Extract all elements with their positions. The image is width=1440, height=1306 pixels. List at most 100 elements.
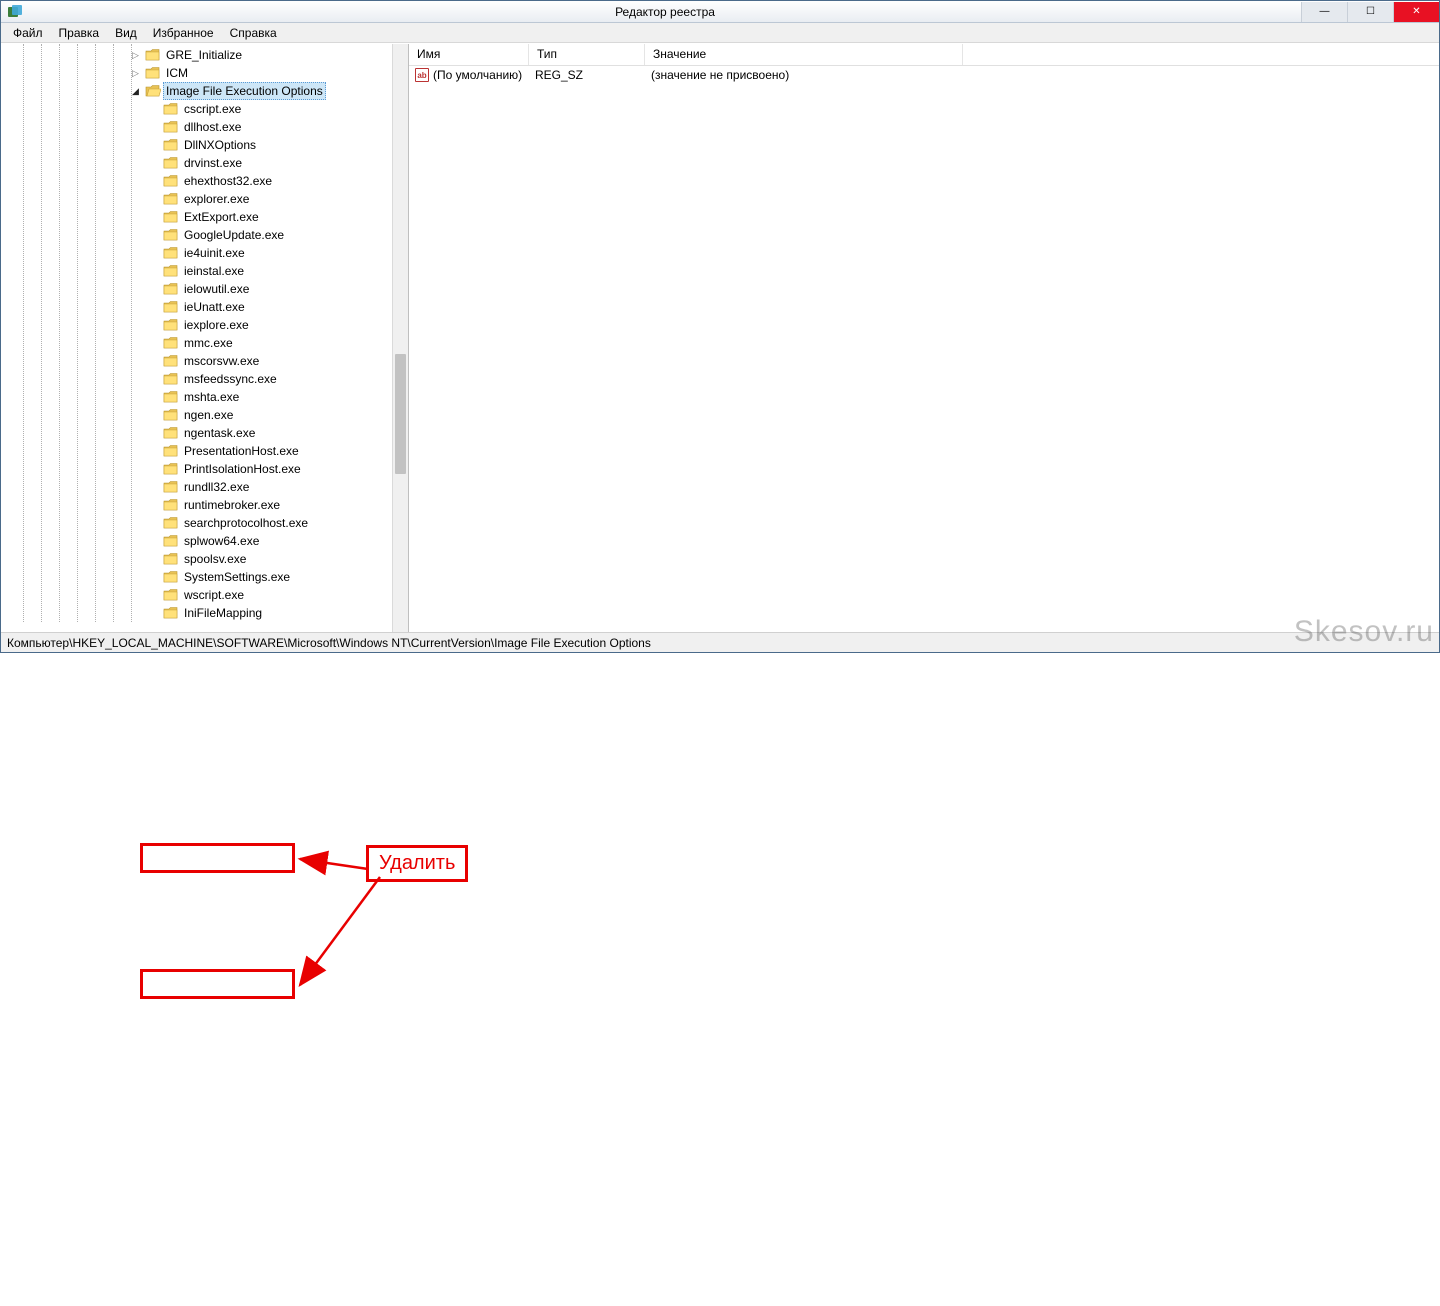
tree-item[interactable]: ehexthost32.exe bbox=[1, 172, 392, 190]
annotation-box-iexplore bbox=[140, 969, 295, 999]
tree-item[interactable]: splwow64.exe bbox=[1, 532, 392, 550]
tree-item[interactable]: PresentationHost.exe bbox=[1, 442, 392, 460]
folder-icon bbox=[163, 336, 179, 350]
collapse-icon[interactable]: ◢ bbox=[131, 86, 140, 95]
tree-item[interactable]: explorer.exe bbox=[1, 190, 392, 208]
tree-scrollbar[interactable] bbox=[392, 44, 408, 632]
folder-icon bbox=[163, 606, 179, 620]
minimize-button[interactable]: — bbox=[1301, 2, 1347, 22]
annotation-arrow-1 bbox=[0, 653, 1440, 1306]
value-data: (значение не присвоено) bbox=[645, 68, 1439, 82]
tree-item[interactable]: spoolsv.exe bbox=[1, 550, 392, 568]
titlebar[interactable]: Редактор реестра — ☐ ✕ bbox=[1, 1, 1439, 23]
maximize-button[interactable]: ☐ bbox=[1347, 2, 1393, 22]
menu-edit[interactable]: Правка bbox=[51, 24, 108, 42]
tree-item[interactable]: ExtExport.exe bbox=[1, 208, 392, 226]
tree-item-label: SystemSettings.exe bbox=[181, 568, 293, 586]
tree-item[interactable]: cscript.exe bbox=[1, 100, 392, 118]
col-value[interactable]: Значение bbox=[645, 44, 963, 65]
tree-item[interactable]: GoogleUpdate.exe bbox=[1, 226, 392, 244]
annotation-label-delete: Удалить bbox=[366, 845, 468, 882]
folder-icon bbox=[145, 84, 161, 98]
tree-item-label: runtimebroker.exe bbox=[181, 496, 283, 514]
folder-icon bbox=[163, 318, 179, 332]
tree-item-label: ieinstal.exe bbox=[181, 262, 247, 280]
tree-item-label: ielowutil.exe bbox=[181, 280, 252, 298]
tree-item[interactable]: PrintIsolationHost.exe bbox=[1, 460, 392, 478]
tree-item[interactable]: mscorsvw.exe bbox=[1, 352, 392, 370]
tree-item-label: searchprotocolhost.exe bbox=[181, 514, 311, 532]
annotation-box-explorer bbox=[140, 843, 295, 873]
tree-item[interactable]: ieinstal.exe bbox=[1, 262, 392, 280]
folder-icon bbox=[163, 354, 179, 368]
menu-file[interactable]: Файл bbox=[5, 24, 51, 42]
tree-item[interactable]: mmc.exe bbox=[1, 334, 392, 352]
close-button[interactable]: ✕ bbox=[1393, 2, 1439, 22]
tree-item-label: GoogleUpdate.exe bbox=[181, 226, 287, 244]
folder-icon bbox=[163, 156, 179, 170]
tree-item-label: PrintIsolationHost.exe bbox=[181, 460, 304, 478]
tree-item-label: dllhost.exe bbox=[181, 118, 244, 136]
folder-icon bbox=[163, 588, 179, 602]
folder-icon bbox=[163, 444, 179, 458]
tree-item[interactable]: drvinst.exe bbox=[1, 154, 392, 172]
tree-pane[interactable]: ▷GRE_Initialize▷ICM◢Image File Execution… bbox=[1, 44, 409, 632]
tree-item-label: spoolsv.exe bbox=[181, 550, 249, 568]
tree-item-label: ehexthost32.exe bbox=[181, 172, 275, 190]
folder-icon bbox=[145, 66, 161, 80]
folder-icon bbox=[163, 138, 179, 152]
folder-icon bbox=[163, 246, 179, 260]
window-controls: — ☐ ✕ bbox=[1301, 2, 1439, 22]
tree-item-label: drvinst.exe bbox=[181, 154, 245, 172]
folder-icon bbox=[163, 174, 179, 188]
tree-item[interactable]: ngen.exe bbox=[1, 406, 392, 424]
tree-item[interactable]: ◢ Image File Execution Options bbox=[1, 82, 392, 100]
folder-icon bbox=[163, 390, 179, 404]
menu-favorites[interactable]: Избранное bbox=[145, 24, 222, 42]
menu-view[interactable]: Вид bbox=[107, 24, 145, 42]
tree-item-label: IniFileMapping bbox=[181, 604, 265, 622]
tree-item[interactable]: IniFileMapping bbox=[1, 604, 392, 622]
list-header: Имя Тип Значение bbox=[409, 44, 1439, 66]
folder-icon bbox=[163, 372, 179, 386]
value-name: (По умолчанию) bbox=[433, 68, 522, 82]
tree-item[interactable]: iexplore.exe bbox=[1, 316, 392, 334]
tree-item[interactable]: ngentask.exe bbox=[1, 424, 392, 442]
tree-item[interactable]: msfeedssync.exe bbox=[1, 370, 392, 388]
expand-icon[interactable]: ▷ bbox=[131, 68, 140, 77]
tree-item[interactable]: ie4uinit.exe bbox=[1, 244, 392, 262]
tree-item-label: rundll32.exe bbox=[181, 478, 252, 496]
folder-icon bbox=[163, 498, 179, 512]
tree-item-label: DllNXOptions bbox=[181, 136, 259, 154]
tree-item[interactable]: dllhost.exe bbox=[1, 118, 392, 136]
folder-icon bbox=[163, 516, 179, 530]
list-row-default[interactable]: ab (По умолчанию) REG_SZ (значение не пр… bbox=[409, 66, 1439, 84]
folder-icon bbox=[163, 552, 179, 566]
folder-icon bbox=[163, 102, 179, 116]
tree-item[interactable]: ▷ ICM bbox=[1, 64, 392, 82]
tree-item[interactable]: SystemSettings.exe bbox=[1, 568, 392, 586]
tree-item[interactable]: runtimebroker.exe bbox=[1, 496, 392, 514]
tree-item-label: cscript.exe bbox=[181, 100, 244, 118]
expand-icon[interactable]: ▷ bbox=[131, 50, 140, 59]
tree-item-label: Image File Execution Options bbox=[163, 82, 326, 100]
value-type: REG_SZ bbox=[529, 68, 645, 82]
tree-item[interactable]: ieUnatt.exe bbox=[1, 298, 392, 316]
tree-item-label: ICM bbox=[163, 64, 191, 82]
tree-item[interactable]: DllNXOptions bbox=[1, 136, 392, 154]
tree-item[interactable]: searchprotocolhost.exe bbox=[1, 514, 392, 532]
tree-item[interactable]: mshta.exe bbox=[1, 388, 392, 406]
tree-item[interactable]: ▷GRE_Initialize bbox=[1, 46, 392, 64]
tree-item[interactable]: rundll32.exe bbox=[1, 478, 392, 496]
folder-icon bbox=[163, 570, 179, 584]
col-name[interactable]: Имя bbox=[409, 44, 529, 65]
menu-help[interactable]: Справка bbox=[222, 24, 285, 42]
tree-item[interactable]: ielowutil.exe bbox=[1, 280, 392, 298]
tree-item-label: splwow64.exe bbox=[181, 532, 262, 550]
folder-icon bbox=[163, 408, 179, 422]
list-pane[interactable]: Имя Тип Значение ab (По умолчанию) REG_S… bbox=[409, 44, 1439, 632]
app-icon bbox=[7, 4, 23, 20]
col-type[interactable]: Тип bbox=[529, 44, 645, 65]
tree-item[interactable]: wscript.exe bbox=[1, 586, 392, 604]
scrollbar-thumb[interactable] bbox=[395, 354, 406, 474]
